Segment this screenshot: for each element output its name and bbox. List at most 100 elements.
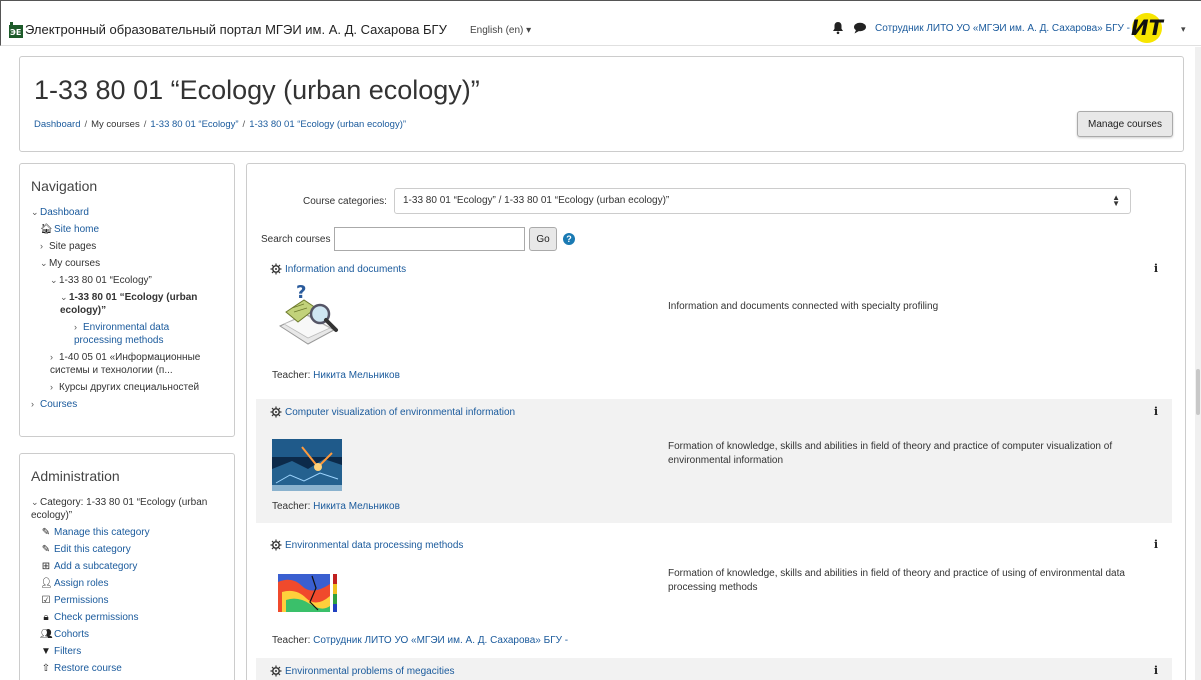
course-categories-select[interactable]: 1-33 80 01 “Ecology” / 1-33 80 01 “Ecolo… [394,188,1131,214]
admin-assign-roles-link[interactable]: Assign roles [54,578,108,589]
admin-item-permissions[interactable]: ☑ Permissions [20,594,234,607]
course-title[interactable]: Environmental data processing methods [270,539,463,551]
admin-item-check-permissions[interactable]: 🔒︎ Check permissions [20,611,234,624]
admin-filters-link[interactable]: Filters [54,646,81,657]
nav-item-courses[interactable]: › Courses [20,398,234,411]
course-teacher: Teacher: Сотрудник ЛИТО УО «МГЭИ им. А. … [272,635,568,646]
nav-item-urban-ecology[interactable]: ⌄1-33 80 01 “Ecology (urban ecology)” [20,291,234,317]
breadcrumb-ecology[interactable]: 1-33 80 01 “Ecology” [150,119,238,130]
navigation-block: Navigation ⌄Dashboard 🏠︎Site home › Site … [19,163,235,437]
chat-icon[interactable] [853,21,867,35]
info-icon[interactable]: i [1154,538,1158,551]
admin-item-filters[interactable]: ▼ Filters [20,645,234,658]
scrollbar-thumb[interactable] [1196,369,1200,415]
breadcrumb-my-courses: My courses [91,119,140,130]
admin-item-add-subcategory[interactable]: ⊞ Add a subcategory [20,560,234,573]
nav-item-ecology[interactable]: ⌄1-33 80 01 “Ecology” [20,274,234,287]
nav-info-systems-label[interactable]: 1-40 05 01 «Информационные системы и тех… [50,352,200,376]
site-logo-icon[interactable]: ЭЕ [9,22,23,38]
info-icon[interactable]: i [1154,405,1158,418]
admin-item-cohorts[interactable]: 👥︎Cohorts [20,628,234,641]
course-icon [270,539,282,551]
teacher-link[interactable]: Никита Мельников [313,370,400,381]
chevron-right-icon[interactable]: › [50,381,59,394]
home-icon: 🏠︎ [40,224,53,235]
nav-item-info-systems[interactable]: › 1-40 05 01 «Информационные системы и те… [20,351,234,377]
admin-cohorts-link[interactable]: Cohorts [54,629,89,640]
filter-icon: ▼ [41,646,51,657]
nav-item-site-home[interactable]: 🏠︎Site home [20,223,234,236]
nav-item-env-data[interactable]: › Environmental data processing methods [20,321,234,347]
nav-courses-link[interactable]: Courses [40,399,77,410]
svg-text:ЭЕ: ЭЕ [10,28,21,37]
chevron-down-icon[interactable]: ⌄ [31,206,40,219]
course-name-link[interactable]: Computer visualization of environmental … [285,407,515,418]
chevron-right-icon[interactable]: › [31,398,40,411]
chevron-right-icon[interactable]: › [74,321,83,334]
help-icon[interactable]: ? [563,233,575,245]
admin-permissions-link[interactable]: Permissions [54,595,108,606]
chevron-down-icon[interactable]: ⌄ [50,274,59,287]
nav-site-home-link[interactable]: Site home [54,224,99,235]
breadcrumb-urban-ecology[interactable]: 1-33 80 01 “Ecology (urban ecology)” [249,119,406,130]
info-icon[interactable]: i [1154,664,1158,677]
nav-urban-ecology-label[interactable]: 1-33 80 01 “Ecology (urban ecology)” [60,292,197,316]
admin-item-manage[interactable]: ✎ Manage this category [20,526,234,539]
course-name-link[interactable]: Environmental problems of megacities [285,666,455,677]
user-name-link[interactable]: Сотрудник ЛИТО УО «МГЭИ им. А. Д. Сахаро… [875,23,1130,34]
nav-site-pages-label[interactable]: Site pages [49,241,96,252]
site-title[interactable]: Электронный образовательный портал МГЭИ … [25,22,447,37]
manage-courses-button[interactable]: Manage courses [1077,111,1173,137]
main-region: Course categories: 1-33 80 01 “Ecology” … [246,163,1186,680]
nav-other-courses-label[interactable]: Курсы других специальностей [59,382,199,393]
admin-restore-link[interactable]: Restore course [54,663,122,674]
nav-item-dashboard[interactable]: ⌄Dashboard [20,206,234,219]
language-menu[interactable]: English (en) ▾ [470,25,531,36]
course-title[interactable]: Information and documents [270,263,406,275]
admin-item-edit[interactable]: ✎ Edit this category [20,543,234,556]
admin-manage-link[interactable]: Manage this category [54,527,150,538]
avatar[interactable]: ИТ [1131,13,1163,43]
course-image[interactable]: ? [272,282,346,352]
chevron-down-icon[interactable]: ⌄ [40,257,49,270]
search-courses-input[interactable] [334,227,525,251]
chevron-down-icon[interactable]: ⌄ [31,496,40,509]
chevron-right-icon[interactable]: › [40,240,49,253]
administration-block: Administration ⌄Category: 1-33 80 01 “Ec… [19,453,235,680]
admin-edit-link[interactable]: Edit this category [54,544,131,555]
nav-item-other-courses[interactable]: › Курсы других специальностей [20,381,234,394]
chevron-down-icon[interactable]: ⌄ [60,291,69,304]
admin-category-label[interactable]: Category: 1-33 80 01 “Ecology (urban eco… [31,497,207,521]
teacher-link[interactable]: Никита Мельников [313,501,400,512]
bell-icon[interactable] [831,21,845,35]
user-area: Сотрудник ЛИТО УО «МГЭИ им. А. Д. Сахаро… [831,13,1163,43]
course-item: Environmental data processing methods i … [256,532,1172,656]
go-button[interactable]: Go [529,227,557,251]
teacher-link[interactable]: Сотрудник ЛИТО УО «МГЭИ им. А. Д. Сахаро… [313,635,568,646]
info-icon[interactable]: i [1154,262,1158,275]
course-title[interactable]: Environmental problems of megacities [270,665,455,677]
course-image[interactable] [272,439,342,491]
nav-ecology-label[interactable]: 1-33 80 01 “Ecology” [59,275,152,286]
nav-my-courses-label[interactable]: My courses [49,258,100,269]
breadcrumb-dashboard[interactable]: Dashboard [34,119,80,130]
nav-item-site-pages[interactable]: › Site pages [20,240,234,253]
admin-item-assign-roles[interactable]: 👤︎Assign roles [20,577,234,590]
admin-item-category[interactable]: ⌄Category: 1-33 80 01 “Ecology (urban ec… [20,496,234,522]
chevron-right-icon[interactable]: › [50,351,59,364]
page-scrollbar[interactable] [1195,47,1201,680]
course-title[interactable]: Computer visualization of environmental … [270,406,515,418]
course-name-link[interactable]: Information and documents [285,264,406,275]
course-image[interactable] [272,568,342,620]
admin-add-subcategory-link[interactable]: Add a subcategory [54,561,137,572]
user-menu-caret[interactable]: ▾ [1181,24,1186,35]
admin-check-permissions-link[interactable]: Check permissions [54,612,138,623]
course-item: Computer visualization of environmental … [256,399,1172,523]
nav-item-my-courses[interactable]: ⌄My courses [20,257,234,270]
admin-item-restore[interactable]: ⇧ Restore course [20,662,234,675]
course-name-link[interactable]: Environmental data processing methods [285,540,463,551]
nav-env-data-link[interactable]: Environmental data processing methods [74,322,169,346]
nav-dashboard-link[interactable]: Dashboard [40,207,89,218]
course-item: Information and documents i ? Informatio… [256,256,1172,390]
administration-title: Administration [31,468,120,484]
